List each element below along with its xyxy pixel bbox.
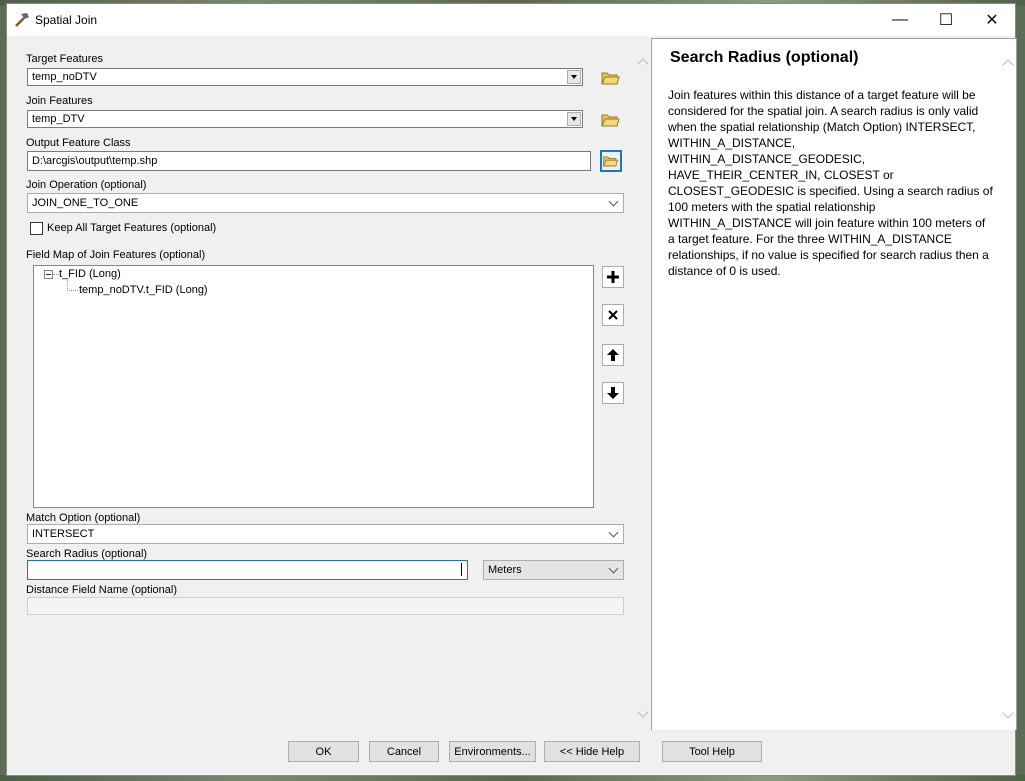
minimize-button[interactable]: — — [877, 4, 923, 36]
window-title: Spatial Join — [35, 13, 98, 27]
match-option-value: INTERSECT — [32, 528, 95, 540]
environments-button[interactable]: Environments... — [449, 741, 536, 762]
keep-all-checkbox[interactable] — [30, 222, 43, 235]
tree-child-t-fid[interactable]: temp_noDTV.t_FID (Long) — [79, 284, 208, 296]
field-map-label: Field Map of Join Features (optional) — [26, 249, 206, 261]
add-field-button[interactable] — [602, 266, 624, 288]
join-operation-value: JOIN_ONE_TO_ONE — [32, 197, 139, 209]
target-features-label: Target Features — [26, 53, 104, 65]
search-radius-input[interactable] — [27, 560, 468, 580]
help-scrollbar[interactable] — [1002, 57, 1016, 725]
folder-open-icon[interactable] — [599, 66, 621, 88]
dropdown-arrow-icon[interactable] — [567, 70, 581, 84]
scroll-up-icon[interactable] — [637, 58, 649, 70]
help-pane: Search Radius (optional) Join features w… — [651, 38, 1017, 730]
search-radius-unit-select[interactable]: Meters — [483, 560, 624, 580]
match-option-select[interactable]: INTERSECT — [27, 524, 624, 544]
help-body: Join features within this distance of a … — [668, 88, 993, 278]
chevron-down-icon — [608, 196, 619, 207]
scroll-down-icon[interactable] — [1002, 707, 1014, 719]
join-features-value: temp_DTV — [32, 113, 85, 125]
distance-field-label: Distance Field Name (optional) — [26, 584, 178, 596]
tool-help-button[interactable]: Tool Help — [662, 741, 762, 762]
delete-field-button[interactable] — [602, 304, 624, 326]
close-button[interactable]: ✕ — [969, 4, 1015, 36]
distance-field-input[interactable] — [27, 597, 624, 615]
parameters-pane: Target Features temp_noDTV Join Features… — [13, 38, 651, 730]
join-operation-label: Join Operation (optional) — [26, 179, 147, 191]
delete-x-icon — [608, 310, 618, 320]
arrow-up-icon — [607, 349, 619, 361]
output-feature-class-label: Output Feature Class — [26, 137, 131, 149]
hammer-icon — [15, 13, 29, 27]
spatial-join-dialog: Spatial Join — ☐ ✕ Target Features temp_… — [6, 3, 1017, 777]
scroll-down-icon[interactable] — [637, 706, 649, 718]
folder-open-icon[interactable] — [599, 108, 621, 130]
dropdown-arrow-icon[interactable] — [567, 112, 581, 126]
text-cursor — [461, 563, 462, 576]
arrow-down-icon — [607, 387, 619, 399]
plus-icon — [607, 271, 619, 283]
move-up-button[interactable] — [602, 344, 624, 366]
join-operation-select[interactable]: JOIN_ONE_TO_ONE — [27, 193, 624, 213]
folder-open-icon[interactable] — [600, 150, 622, 172]
join-features-combo[interactable]: temp_DTV — [27, 110, 583, 128]
title-bar[interactable]: Spatial Join — ☐ ✕ — [7, 4, 1015, 36]
output-feature-class-input[interactable]: D:\arcgis\output\temp.shp — [27, 151, 591, 171]
help-title: Search Radius (optional) — [670, 49, 859, 66]
chevron-down-icon — [608, 563, 619, 574]
search-radius-label: Search Radius (optional) — [26, 548, 148, 560]
field-map-tree[interactable]: t_FID (Long) temp_noDTV.t_FID (Long) — [33, 265, 594, 508]
target-features-combo[interactable]: temp_noDTV — [27, 68, 583, 86]
button-bar: OK Cancel Environments... << Hide Help T… — [7, 730, 1015, 777]
target-features-value: temp_noDTV — [32, 71, 97, 83]
scroll-up-icon[interactable] — [1002, 59, 1014, 71]
collapse-minus-icon[interactable] — [44, 270, 53, 279]
chevron-down-icon — [608, 527, 619, 538]
move-down-button[interactable] — [602, 382, 624, 404]
parameters-scrollbar[interactable] — [637, 56, 651, 724]
search-radius-unit-value: Meters — [488, 564, 522, 576]
maximize-button[interactable]: ☐ — [923, 4, 969, 36]
hide-help-button[interactable]: << Hide Help — [544, 741, 640, 762]
keep-all-label: Keep All Target Features (optional) — [47, 222, 217, 234]
tree-node-t-fid[interactable]: t_FID (Long) — [59, 268, 121, 280]
ok-button[interactable]: OK — [288, 741, 359, 762]
tree-connector — [67, 280, 78, 291]
match-option-label: Match Option (optional) — [26, 512, 141, 524]
cancel-button[interactable]: Cancel — [369, 741, 439, 762]
join-features-label: Join Features — [26, 95, 93, 107]
